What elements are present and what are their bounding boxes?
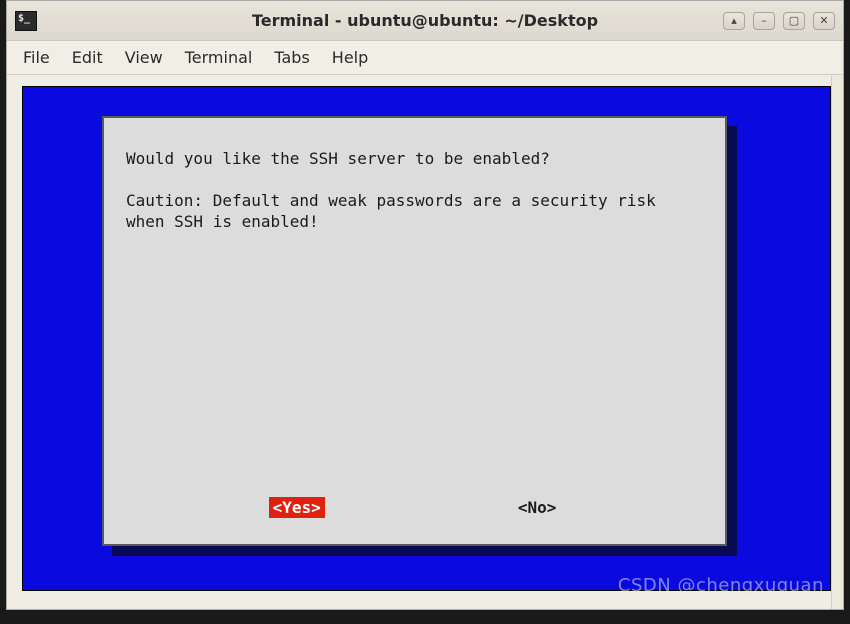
menu-terminal[interactable]: Terminal (185, 48, 253, 67)
rollup-button[interactable]: ▴ (723, 12, 745, 30)
menu-tabs[interactable]: Tabs (274, 48, 309, 67)
titlebar: Terminal - ubuntu@ubuntu: ~/Desktop ▴ – … (7, 1, 843, 41)
dialog-question: Would you like the SSH server to be enab… (126, 148, 703, 170)
menu-file[interactable]: File (23, 48, 50, 67)
ssh-enable-dialog: Would you like the SSH server to be enab… (102, 116, 727, 546)
yes-button[interactable]: <Yes> (269, 497, 325, 518)
terminal-icon (15, 11, 37, 31)
scrollbar[interactable] (831, 76, 843, 609)
app-window: Terminal - ubuntu@ubuntu: ~/Desktop ▴ – … (6, 0, 844, 610)
window-title: Terminal - ubuntu@ubuntu: ~/Desktop (7, 11, 843, 30)
menubar: File Edit View Terminal Tabs Help (7, 41, 843, 75)
menu-view[interactable]: View (125, 48, 163, 67)
terminal-viewport: Would you like the SSH server to be enab… (7, 76, 843, 609)
window-controls: ▴ – ▢ ✕ (723, 12, 843, 30)
dialog-buttons: <Yes> <No> (104, 497, 725, 518)
maximize-button[interactable]: ▢ (783, 12, 805, 30)
terminal-screen[interactable]: Would you like the SSH server to be enab… (22, 86, 831, 591)
no-button[interactable]: <No> (514, 497, 561, 518)
menu-edit[interactable]: Edit (72, 48, 103, 67)
dialog-caution: Caution: Default and weak passwords are … (126, 190, 703, 233)
minimize-button[interactable]: – (753, 12, 775, 30)
menu-help[interactable]: Help (332, 48, 368, 67)
close-button[interactable]: ✕ (813, 12, 835, 30)
